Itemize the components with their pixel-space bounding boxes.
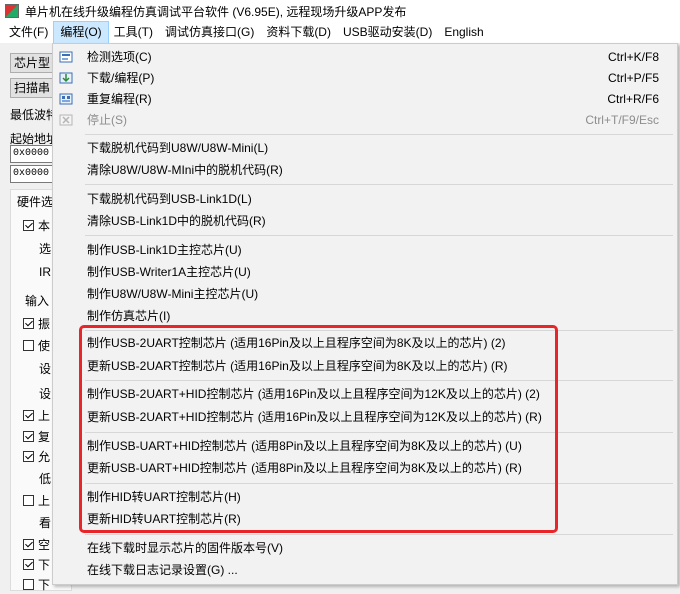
checkbox[interactable] <box>23 450 34 462</box>
menu-item-download-offline-u8w[interactable]: 下载脱机代码到U8W/U8W-Mini(L) <box>53 137 677 159</box>
checkbox[interactable] <box>23 558 34 570</box>
menu-downloads[interactable]: 资料下载(D) <box>260 22 337 43</box>
option-label: 设 <box>39 386 52 401</box>
window-title: 单片机在线升级编程仿真调试平台软件 (V6.95E), 远程现场升级APP发布 <box>25 4 407 19</box>
menu-item-make-writer1a-chip[interactable]: 制作USB-Writer1A主控芯片(U) <box>53 261 677 283</box>
checkbox[interactable] <box>23 430 34 442</box>
menu-item-clear-offline-u8w[interactable]: 清除U8W/U8W-MIni中的脱机代码(R) <box>53 159 677 181</box>
app-icon <box>5 4 19 18</box>
program-dropdown-menu: 检测选项(C) Ctrl+K/F8 下载/编程(P) Ctrl+P/F5 重复编… <box>52 43 678 585</box>
option-label: 上 <box>38 408 51 423</box>
menu-item-make-2uart-chip[interactable]: 制作USB-2UART控制芯片 (适用16Pin及以上且程序空间为8K及以上的芯… <box>53 332 677 354</box>
menu-item-make-link1d-chip[interactable]: 制作USB-Link1D主控芯片(U) <box>53 239 677 261</box>
menu-separator <box>85 432 673 433</box>
menu-usb-driver[interactable]: USB驱动安装(D) <box>337 22 438 43</box>
menu-program[interactable]: 编程(O) <box>53 21 109 44</box>
menu-item-make-emulator-chip[interactable]: 制作仿真芯片(I) <box>53 305 677 327</box>
menu-item-show-firmware-version[interactable]: 在线下载时显示芯片的固件版本号(V) <box>53 537 677 559</box>
menu-item-make-hid-uart-chip[interactable]: 制作HID转UART控制芯片(H) <box>53 486 677 508</box>
option-label: 空 <box>38 537 51 552</box>
option-label: 看 <box>39 515 52 530</box>
download-program-icon <box>59 72 73 84</box>
checkbox[interactable] <box>23 219 34 231</box>
checkbox[interactable] <box>23 317 34 329</box>
menu-tools[interactable]: 工具(T) <box>108 22 159 43</box>
option-label: IR <box>39 265 51 279</box>
menu-file[interactable]: 文件(F) <box>3 22 54 43</box>
menu-item-update-2uart-chip[interactable]: 更新USB-2UART控制芯片 (适用16Pin及以上且程序空间为8K及以上的芯… <box>53 355 677 377</box>
option-label: 使 <box>38 338 51 353</box>
menu-item-repeat-program[interactable]: 重复编程(R) Ctrl+R/F6 <box>53 88 677 110</box>
checkbox[interactable] <box>23 538 34 550</box>
menu-english[interactable]: English <box>438 22 489 43</box>
title-bar: 单片机在线升级编程仿真调试平台软件 (V6.95E), 远程现场升级APP发布 <box>0 0 680 22</box>
menu-item-update-hid-uart-chip[interactable]: 更新HID转UART控制芯片(R) <box>53 508 677 530</box>
option-label: 本 <box>38 218 51 233</box>
repeat-program-icon <box>59 93 73 105</box>
menu-item-update-uart-hid-chip[interactable]: 更新USB-UART+HID控制芯片 (适用8Pin及以上且程序空间为8K及以上… <box>53 457 677 479</box>
menu-separator <box>85 534 673 535</box>
menu-separator <box>85 483 673 484</box>
option-label: 振 <box>38 316 51 331</box>
menu-item-check-options[interactable]: 检测选项(C) Ctrl+K/F8 <box>53 46 677 68</box>
option-label: 设 <box>39 361 52 376</box>
menu-item-update-2uart-hid-chip[interactable]: 更新USB-2UART+HID控制芯片 (适用16Pin及以上且程序空间为12K… <box>53 406 677 428</box>
menu-item-download-program[interactable]: 下载/编程(P) Ctrl+P/F5 <box>53 67 677 89</box>
menu-item-make-uart-hid-chip[interactable]: 制作USB-UART+HID控制芯片 (适用8Pin及以上且程序空间为8K及以上… <box>53 435 677 457</box>
menu-item-download-offline-link1d[interactable]: 下载脱机代码到USB-Link1D(L) <box>53 188 677 210</box>
option-label: 低 <box>39 471 52 486</box>
menu-item-make-2uart-hid-chip[interactable]: 制作USB-2UART+HID控制芯片 (适用16Pin及以上且程序空间为12K… <box>53 383 677 405</box>
checkbox[interactable] <box>23 339 34 351</box>
group-title: 硬件选 <box>17 195 54 209</box>
menu-separator <box>85 184 673 185</box>
option-label: 输入 <box>25 293 50 308</box>
menu-separator <box>85 380 673 381</box>
option-label: 允 <box>38 449 51 464</box>
menu-item-stop[interactable]: 停止(S) Ctrl+T/F9/Esc <box>53 109 677 131</box>
menu-item-clear-offline-link1d[interactable]: 清除USB-Link1D中的脱机代码(R) <box>53 210 677 232</box>
option-label: 下 <box>38 577 51 592</box>
menu-item-download-log-settings[interactable]: 在线下载日志记录设置(G) ... <box>53 559 677 581</box>
menu-separator <box>85 235 673 236</box>
option-label: 下 <box>38 557 51 572</box>
min-baud-label: 最低波特 <box>10 108 59 122</box>
check-options-icon <box>59 51 73 63</box>
option-label: 上 <box>38 493 51 508</box>
checkbox[interactable] <box>23 578 34 590</box>
checkbox[interactable] <box>23 409 34 421</box>
option-label: 复 <box>38 429 51 444</box>
menu-separator <box>85 330 673 331</box>
checkbox[interactable] <box>23 494 34 506</box>
option-label: 选 <box>39 241 52 256</box>
menu-bar: 文件(F) 编程(O) 工具(T) 调试仿真接口(G) 资料下载(D) USB驱… <box>0 21 680 44</box>
stop-icon <box>59 114 73 126</box>
menu-debug-interface[interactable]: 调试仿真接口(G) <box>159 22 260 43</box>
menu-separator <box>85 134 673 135</box>
menu-item-make-u8w-chip[interactable]: 制作U8W/U8W-Mini主控芯片(U) <box>53 283 677 305</box>
